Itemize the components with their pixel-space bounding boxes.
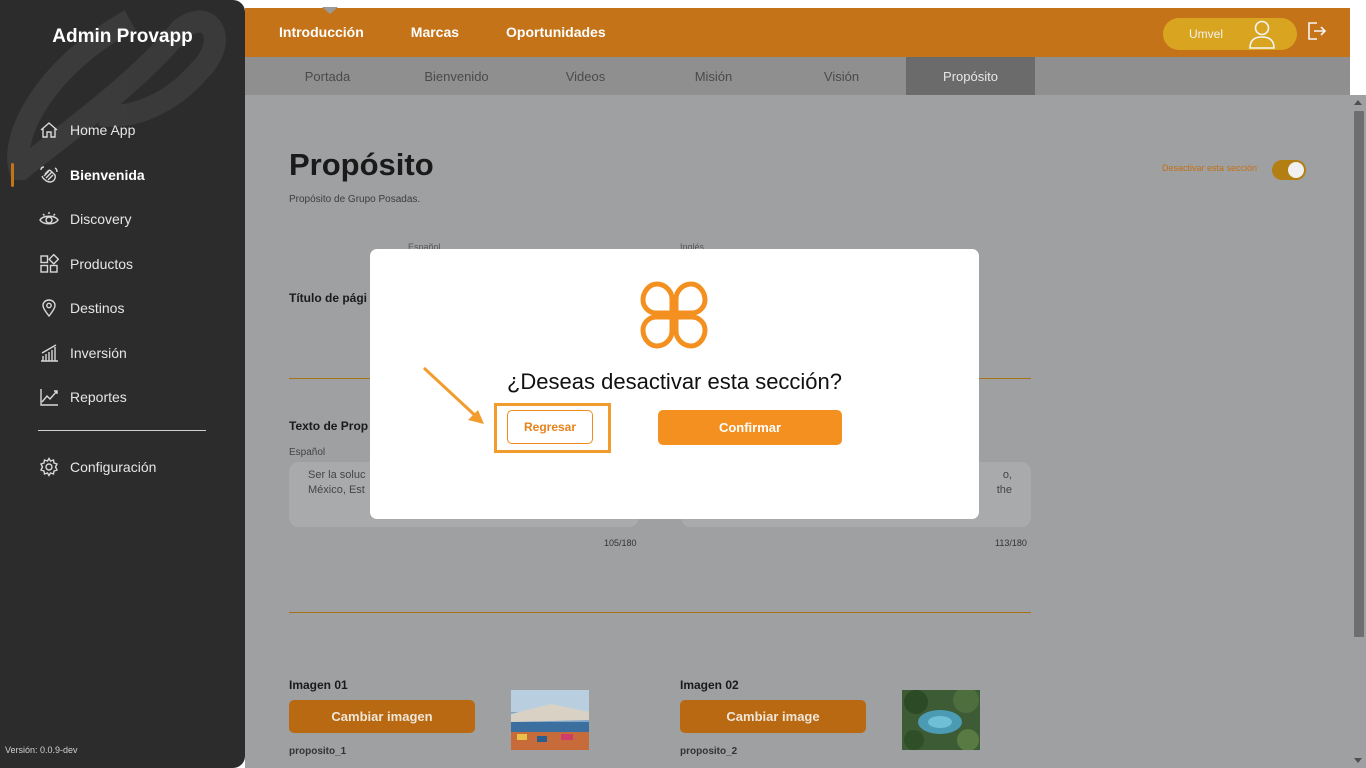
sidebar-item-configuracion[interactable]: Configuración — [0, 445, 245, 490]
deactivate-section-toggle[interactable] — [1272, 160, 1306, 180]
grid-icon — [38, 253, 60, 275]
logout-icon[interactable] — [1306, 21, 1326, 41]
window-top-strip — [245, 0, 1366, 8]
page-subtitle: Propósito de Grupo Posadas. — [289, 194, 421, 205]
page-title-field-label: Título de pági — [289, 291, 367, 305]
purpose-text-field-label: Texto de Prop — [289, 419, 369, 433]
section-divider — [289, 612, 1031, 613]
toggle-knob — [1288, 162, 1304, 178]
sidebar: Admin Provapp Home App Bienvenida Discov… — [0, 0, 245, 768]
tab-introduccion[interactable]: Introducción — [279, 24, 364, 40]
sidebar-item-discovery[interactable]: Discovery — [0, 197, 245, 242]
tab-marcas[interactable]: Marcas — [411, 24, 459, 40]
window-right-strip — [1350, 8, 1366, 95]
subtab-mision[interactable]: Misión — [649, 57, 778, 95]
sidebar-item-label: Configuración — [70, 458, 157, 475]
sidebar-nav: Home App Bienvenida Discovery Productos … — [0, 108, 245, 489]
section-subnav: Portada Bienvenido Videos Misión Visión … — [245, 57, 1350, 95]
scroll-up-arrow-icon[interactable] — [1354, 100, 1362, 105]
confirm-button[interactable]: Confirmar — [658, 410, 842, 445]
main-tabs: Introducción Marcas Oportunidades — [279, 24, 653, 40]
sidebar-item-label: Discovery — [70, 211, 132, 228]
home-icon — [38, 119, 60, 141]
subtab-proposito[interactable]: Propósito — [906, 57, 1035, 95]
char-count-es: 105/180 — [604, 538, 637, 548]
sidebar-item-label: Inversión — [70, 344, 127, 361]
active-tab-caret-icon — [322, 7, 338, 14]
tab-oportunidades[interactable]: Oportunidades — [506, 24, 606, 40]
version-label: Versión: 0.0.9-dev — [5, 745, 78, 755]
subtab-bienvenido[interactable]: Bienvenido — [392, 57, 521, 95]
clover-logo-icon — [640, 281, 708, 349]
scroll-down-arrow-icon[interactable] — [1354, 758, 1362, 763]
char-count-en: 113/180 — [995, 538, 1027, 548]
image-1-label: Imagen 01 — [289, 678, 348, 692]
sidebar-item-home-app[interactable]: Home App — [0, 108, 245, 153]
line-chart-icon — [38, 386, 60, 408]
gear-icon — [38, 456, 60, 478]
subtab-videos[interactable]: Videos — [521, 57, 650, 95]
purpose-text-language-label: Español — [289, 447, 326, 458]
subtab-vision[interactable]: Visión — [777, 57, 906, 95]
image-1-thumbnail — [511, 690, 589, 750]
sidebar-item-bienvenida[interactable]: Bienvenida — [0, 153, 245, 198]
page-scrollbar[interactable] — [1350, 95, 1366, 768]
page-title: Propósito — [289, 147, 434, 182]
user-name: Umvel — [1189, 27, 1224, 41]
image-2-label: Imagen 02 — [680, 678, 739, 692]
annotation-arrow-icon — [422, 366, 484, 424]
app-root: Admin Provapp Home App Bienvenida Discov… — [0, 0, 1366, 768]
bar-chart-icon — [38, 342, 60, 364]
subtab-portada[interactable]: Portada — [263, 57, 392, 95]
sidebar-item-label: Productos — [70, 255, 134, 272]
top-header: Introducción Marcas Oportunidades Umvel — [245, 7, 1350, 57]
sidebar-item-label: Bienvenida — [70, 166, 145, 183]
sidebar-item-label: Home App — [70, 122, 136, 139]
wave-hand-icon — [38, 164, 60, 186]
change-image-1-button[interactable]: Cambiar imagen — [289, 700, 475, 733]
sidebar-item-label: Reportes — [70, 389, 127, 406]
sidebar-item-reportes[interactable]: Reportes — [0, 375, 245, 420]
image-2-thumbnail — [902, 690, 980, 750]
sidebar-item-label: Destinos — [70, 300, 125, 317]
deactivate-section-label: Desactivar esta sección — [1162, 163, 1258, 173]
back-button[interactable]: Regresar — [507, 410, 593, 444]
sidebar-divider — [38, 429, 206, 431]
sidebar-item-destinos[interactable]: Destinos — [0, 286, 245, 331]
user-avatar-icon — [1249, 20, 1275, 49]
sidebar-item-productos[interactable]: Productos — [0, 242, 245, 287]
sidebar-item-inversion[interactable]: Inversión — [0, 331, 245, 376]
scrollbar-thumb[interactable] — [1354, 111, 1364, 637]
image-1-filename: proposito_1 — [289, 746, 347, 757]
image-2-filename: proposito_2 — [680, 746, 738, 757]
location-pin-icon — [38, 297, 60, 319]
brand-title: Admin Provapp — [52, 26, 193, 47]
user-menu-button[interactable]: Umvel — [1163, 18, 1297, 50]
change-image-2-button[interactable]: Cambiar image — [680, 700, 866, 733]
eye-icon — [38, 208, 60, 230]
